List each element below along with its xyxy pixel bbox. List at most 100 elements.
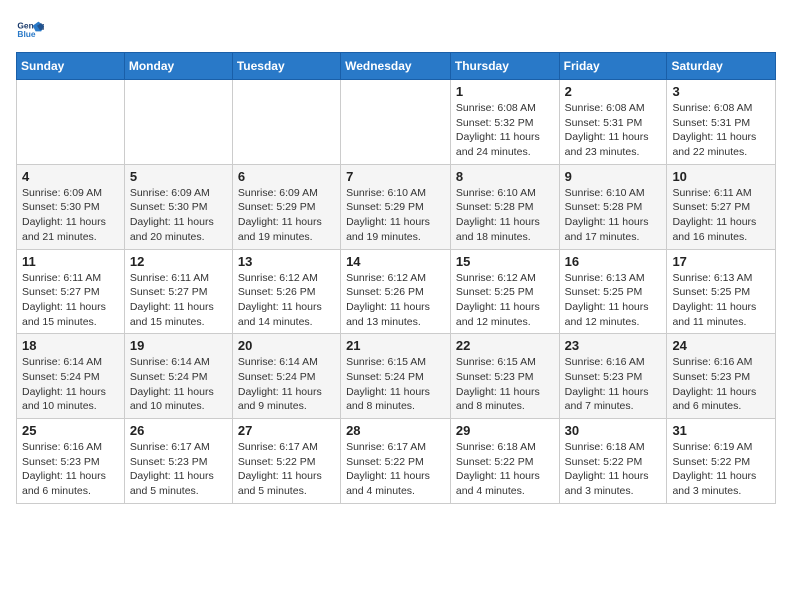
calendar-week-row: 18 Sunrise: 6:14 AMSunset: 5:24 PMDayligh… bbox=[17, 334, 776, 419]
calendar-cell: 6Sunrise: 6:09 AMSunset: 5:29 PMDaylight… bbox=[232, 164, 340, 249]
day-info: Sunrise: 6:14 AMSunset: 5:24 PMDaylight:… bbox=[22, 355, 119, 414]
day-number: 30 bbox=[565, 423, 662, 438]
day-info: Sunrise: 6:08 AMSunset: 5:31 PMDaylight:… bbox=[672, 101, 770, 160]
day-info: Sunrise: 6:16 AMSunset: 5:23 PMDaylight:… bbox=[565, 355, 662, 414]
calendar-cell: 13Sunrise: 6:12 AMSunset: 5:26 PMDayligh… bbox=[232, 249, 340, 334]
day-number: 22 bbox=[456, 338, 554, 353]
day-info: Sunrise: 6:17 AMSunset: 5:22 PMDaylight:… bbox=[238, 440, 335, 499]
calendar-cell: 1 Sunrise: 6:08 AMSunset: 5:32 PMDaylight… bbox=[450, 80, 559, 165]
calendar-cell: 20 Sunrise: 6:14 AMSunset: 5:24 PMDayligh… bbox=[232, 334, 340, 419]
day-number: 17 bbox=[672, 254, 770, 269]
calendar-cell: 23 Sunrise: 6:16 AMSunset: 5:23 PMDayligh… bbox=[559, 334, 667, 419]
day-info: Sunrise: 6:15 AMSunset: 5:24 PMDaylight:… bbox=[346, 355, 445, 414]
calendar-body: 1 Sunrise: 6:08 AMSunset: 5:32 PMDaylight… bbox=[17, 80, 776, 504]
day-info: Sunrise: 6:10 AMSunset: 5:28 PMDaylight:… bbox=[456, 186, 554, 245]
day-number: 4 bbox=[22, 169, 119, 184]
day-number: 5 bbox=[130, 169, 227, 184]
day-info: Sunrise: 6:16 AMSunset: 5:23 PMDaylight:… bbox=[672, 355, 770, 414]
day-number: 16 bbox=[565, 254, 662, 269]
day-number: 21 bbox=[346, 338, 445, 353]
day-number: 27 bbox=[238, 423, 335, 438]
calendar-cell: 18 Sunrise: 6:14 AMSunset: 5:24 PMDayligh… bbox=[17, 334, 125, 419]
weekday-header: Monday bbox=[124, 53, 232, 80]
calendar-cell: 26 Sunrise: 6:17 AMSunset: 5:23 PMDayligh… bbox=[124, 419, 232, 504]
day-info: Sunrise: 6:09 AMSunset: 5:30 PMDaylight:… bbox=[130, 186, 227, 245]
day-number: 9 bbox=[565, 169, 662, 184]
day-number: 29 bbox=[456, 423, 554, 438]
day-number: 24 bbox=[672, 338, 770, 353]
calendar-cell: 17 Sunrise: 6:13 AMSunset: 5:25 PMDayligh… bbox=[667, 249, 776, 334]
day-info: Sunrise: 6:14 AMSunset: 5:24 PMDaylight:… bbox=[238, 355, 335, 414]
calendar-cell: 24 Sunrise: 6:16 AMSunset: 5:23 PMDayligh… bbox=[667, 334, 776, 419]
day-info: Sunrise: 6:11 AMSunset: 5:27 PMDaylight:… bbox=[672, 186, 770, 245]
day-number: 13 bbox=[238, 254, 335, 269]
calendar-cell: 12Sunrise: 6:11 AMSunset: 5:27 PMDayligh… bbox=[124, 249, 232, 334]
day-info: Sunrise: 6:09 AMSunset: 5:29 PMDaylight:… bbox=[238, 186, 335, 245]
weekday-header: Sunday bbox=[17, 53, 125, 80]
weekday-header: Thursday bbox=[450, 53, 559, 80]
calendar-cell: 29 Sunrise: 6:18 AMSunset: 5:22 PMDayligh… bbox=[450, 419, 559, 504]
calendar-table: SundayMondayTuesdayWednesdayThursdayFrid… bbox=[16, 52, 776, 504]
day-number: 25 bbox=[22, 423, 119, 438]
day-number: 2 bbox=[565, 84, 662, 99]
logo: General Blue bbox=[16, 16, 48, 44]
day-number: 7 bbox=[346, 169, 445, 184]
day-number: 23 bbox=[565, 338, 662, 353]
calendar-week-row: 25 Sunrise: 6:16 AMSunset: 5:23 PMDayligh… bbox=[17, 419, 776, 504]
weekday-header: Friday bbox=[559, 53, 667, 80]
day-info: Sunrise: 6:17 AMSunset: 5:22 PMDaylight:… bbox=[346, 440, 445, 499]
calendar-week-row: 1 Sunrise: 6:08 AMSunset: 5:32 PMDaylight… bbox=[17, 80, 776, 165]
calendar-cell: 7 Sunrise: 6:10 AMSunset: 5:29 PMDaylight… bbox=[341, 164, 451, 249]
day-number: 20 bbox=[238, 338, 335, 353]
calendar-cell bbox=[124, 80, 232, 165]
calendar-cell: 9 Sunrise: 6:10 AMSunset: 5:28 PMDaylight… bbox=[559, 164, 667, 249]
day-number: 1 bbox=[456, 84, 554, 99]
calendar-cell: 14Sunrise: 6:12 AMSunset: 5:26 PMDayligh… bbox=[341, 249, 451, 334]
calendar-cell: 15Sunrise: 6:12 AMSunset: 5:25 PMDayligh… bbox=[450, 249, 559, 334]
day-info: Sunrise: 6:18 AMSunset: 5:22 PMDaylight:… bbox=[456, 440, 554, 499]
svg-text:Blue: Blue bbox=[17, 29, 35, 39]
calendar-cell: 2 Sunrise: 6:08 AMSunset: 5:31 PMDaylight… bbox=[559, 80, 667, 165]
page-header: General Blue bbox=[16, 16, 776, 44]
day-info: Sunrise: 6:16 AMSunset: 5:23 PMDaylight:… bbox=[22, 440, 119, 499]
day-info: Sunrise: 6:12 AMSunset: 5:25 PMDaylight:… bbox=[456, 271, 554, 330]
day-number: 11 bbox=[22, 254, 119, 269]
day-info: Sunrise: 6:15 AMSunset: 5:23 PMDaylight:… bbox=[456, 355, 554, 414]
weekday-header: Tuesday bbox=[232, 53, 340, 80]
day-info: Sunrise: 6:19 AMSunset: 5:22 PMDaylight:… bbox=[672, 440, 770, 499]
day-number: 28 bbox=[346, 423, 445, 438]
calendar-cell bbox=[232, 80, 340, 165]
day-info: Sunrise: 6:11 AMSunset: 5:27 PMDaylight:… bbox=[22, 271, 119, 330]
day-number: 8 bbox=[456, 169, 554, 184]
calendar-week-row: 11 Sunrise: 6:11 AMSunset: 5:27 PMDayligh… bbox=[17, 249, 776, 334]
day-info: Sunrise: 6:17 AMSunset: 5:23 PMDaylight:… bbox=[130, 440, 227, 499]
day-number: 3 bbox=[672, 84, 770, 99]
calendar-cell: 8 Sunrise: 6:10 AMSunset: 5:28 PMDaylight… bbox=[450, 164, 559, 249]
day-info: Sunrise: 6:13 AMSunset: 5:25 PMDaylight:… bbox=[672, 271, 770, 330]
calendar-cell: 25 Sunrise: 6:16 AMSunset: 5:23 PMDayligh… bbox=[17, 419, 125, 504]
calendar-cell: 30Sunrise: 6:18 AMSunset: 5:22 PMDayligh… bbox=[559, 419, 667, 504]
calendar-cell: 11 Sunrise: 6:11 AMSunset: 5:27 PMDayligh… bbox=[17, 249, 125, 334]
calendar-cell: 27 Sunrise: 6:17 AMSunset: 5:22 PMDayligh… bbox=[232, 419, 340, 504]
calendar-cell: 5 Sunrise: 6:09 AMSunset: 5:30 PMDaylight… bbox=[124, 164, 232, 249]
day-info: Sunrise: 6:10 AMSunset: 5:29 PMDaylight:… bbox=[346, 186, 445, 245]
day-info: Sunrise: 6:08 AMSunset: 5:31 PMDaylight:… bbox=[565, 101, 662, 160]
day-number: 10 bbox=[672, 169, 770, 184]
calendar-cell: 4 Sunrise: 6:09 AMSunset: 5:30 PMDaylight… bbox=[17, 164, 125, 249]
day-info: Sunrise: 6:08 AMSunset: 5:32 PMDaylight:… bbox=[456, 101, 554, 160]
calendar-cell: 16 Sunrise: 6:13 AMSunset: 5:25 PMDayligh… bbox=[559, 249, 667, 334]
day-number: 31 bbox=[672, 423, 770, 438]
calendar-cell: 31 Sunrise: 6:19 AMSunset: 5:22 PMDayligh… bbox=[667, 419, 776, 504]
calendar-cell: 10 Sunrise: 6:11 AMSunset: 5:27 PMDayligh… bbox=[667, 164, 776, 249]
day-info: Sunrise: 6:09 AMSunset: 5:30 PMDaylight:… bbox=[22, 186, 119, 245]
calendar-week-row: 4 Sunrise: 6:09 AMSunset: 5:30 PMDaylight… bbox=[17, 164, 776, 249]
calendar-cell: 19Sunrise: 6:14 AMSunset: 5:24 PMDayligh… bbox=[124, 334, 232, 419]
day-number: 26 bbox=[130, 423, 227, 438]
day-number: 18 bbox=[22, 338, 119, 353]
calendar-cell: 3 Sunrise: 6:08 AMSunset: 5:31 PMDaylight… bbox=[667, 80, 776, 165]
calendar-cell bbox=[341, 80, 451, 165]
calendar-cell: 28 Sunrise: 6:17 AMSunset: 5:22 PMDayligh… bbox=[341, 419, 451, 504]
day-info: Sunrise: 6:13 AMSunset: 5:25 PMDaylight:… bbox=[565, 271, 662, 330]
day-info: Sunrise: 6:10 AMSunset: 5:28 PMDaylight:… bbox=[565, 186, 662, 245]
day-info: Sunrise: 6:14 AMSunset: 5:24 PMDaylight:… bbox=[130, 355, 227, 414]
